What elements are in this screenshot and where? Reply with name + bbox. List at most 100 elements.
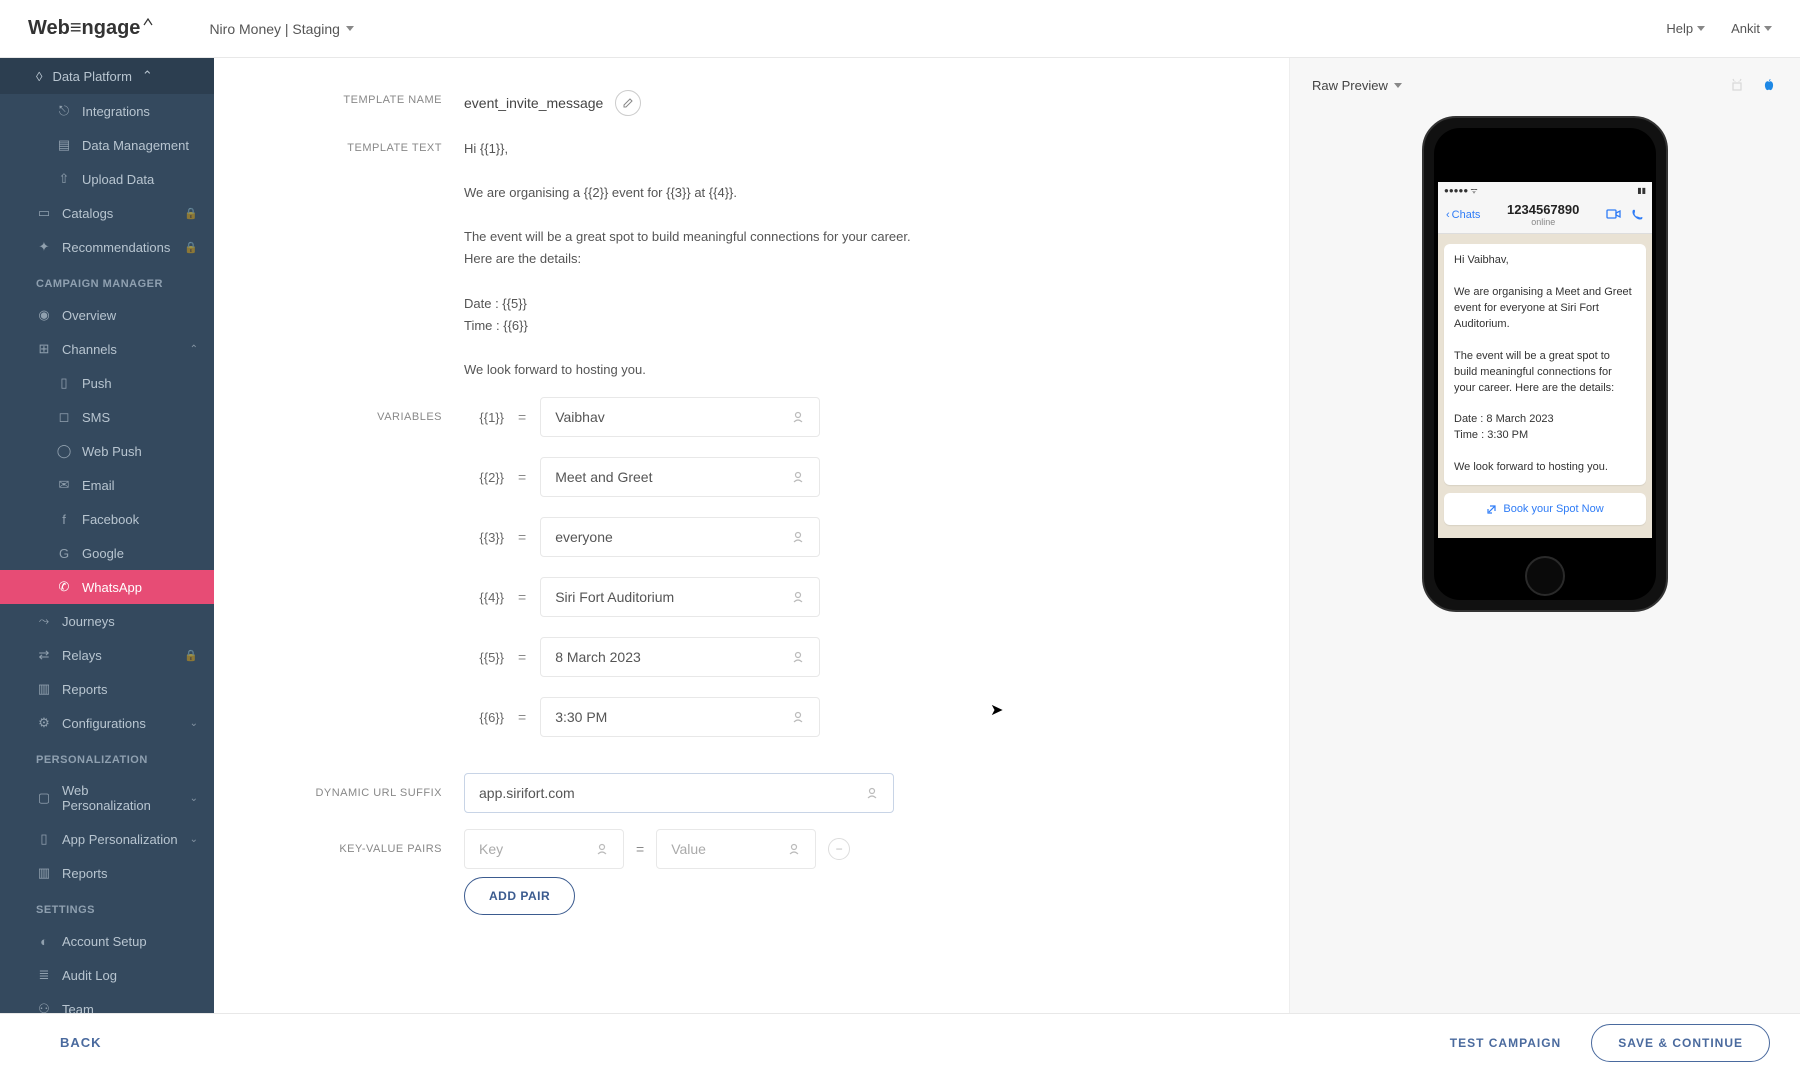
phone-preview: ●●●●● ᯤ▮▮ ‹ Chats 1234567890 online — [1422, 116, 1668, 612]
plug-icon: ⎋ — [56, 103, 72, 119]
user-icon[interactable] — [787, 842, 801, 856]
sidebar-item-integrations[interactable]: ⎋Integrations — [0, 94, 214, 128]
test-campaign-button[interactable]: TEST CAMPAIGN — [1450, 1036, 1561, 1050]
variable-row: {{2}} = Meet and Greet — [464, 457, 924, 497]
chevron-down-icon: ⌄ — [190, 718, 198, 729]
template-text-value: Hi {{1}}, We are organising a {{2}} even… — [464, 132, 924, 381]
sidebar-header-personalization: PERSONALIZATION — [0, 740, 214, 774]
sidebar-item-push[interactable]: ▯Push — [0, 366, 214, 400]
variable-input[interactable]: Meet and Greet — [540, 457, 820, 497]
help-link[interactable]: Help — [1666, 21, 1705, 36]
sidebar-item-reports[interactable]: ▥Reports — [0, 672, 214, 706]
sidebar-item-overview[interactable]: ◉Overview — [0, 298, 214, 332]
chevron-down-icon: ⌄ — [190, 834, 198, 845]
sidebar-item-recommendations[interactable]: ✦Recommendations🔒 — [0, 230, 214, 264]
sidebar-item-webpush[interactable]: ◯Web Push — [0, 434, 214, 468]
sidebar-item-journeys[interactable]: ⤳Journeys — [0, 604, 214, 638]
facebook-icon: f — [56, 511, 72, 527]
user-icon[interactable] — [865, 786, 879, 800]
database-icon: ◊ — [36, 69, 42, 84]
user-icon[interactable] — [791, 530, 805, 544]
kv-key-input[interactable]: Key — [464, 829, 624, 869]
variable-row: {{5}} = 8 March 2023 — [464, 637, 924, 677]
lock-icon: 🔒 — [184, 241, 198, 254]
sidebar-item-upload-data[interactable]: ⇧Upload Data — [0, 162, 214, 196]
sidebar-item-configurations[interactable]: ⚙Configurations⌄ — [0, 706, 214, 740]
variable-input[interactable]: everyone — [540, 517, 820, 557]
book-icon: ▭ — [36, 205, 52, 221]
chevron-down-icon — [346, 26, 354, 31]
edit-template-name-button[interactable] — [615, 90, 641, 116]
template-text-label: TEMPLATE TEXT — [244, 132, 464, 154]
dynamic-url-label: DYNAMIC URL SUFFIX — [244, 773, 464, 799]
sidebar-item-data-management[interactable]: ▤Data Management — [0, 128, 214, 162]
video-call-icon[interactable] — [1606, 208, 1622, 222]
voice-call-icon[interactable] — [1630, 208, 1644, 222]
lock-icon: 🔒 — [184, 649, 198, 662]
channels-icon: ⊞ — [36, 341, 52, 357]
sidebar-item-sms[interactable]: ◻SMS — [0, 400, 214, 434]
footer-bar: BACK TEST CAMPAIGN SAVE & CONTINUE — [0, 1013, 1800, 1071]
sidebar-item-catalogs[interactable]: ▭Catalogs🔒 — [0, 196, 214, 230]
variable-input[interactable]: Siri Fort Auditorium — [540, 577, 820, 617]
user-icon[interactable] — [791, 650, 805, 664]
globe-icon: ◯ — [56, 443, 72, 459]
equals-sign: = — [518, 649, 526, 665]
sidebar-header-campaign: CAMPAIGN MANAGER — [0, 264, 214, 298]
chat-icon: ◻ — [56, 409, 72, 425]
user-icon[interactable] — [791, 710, 805, 724]
home-button — [1525, 556, 1565, 596]
variable-key: {{6}} — [464, 710, 504, 725]
user-icon[interactable] — [791, 410, 805, 424]
sidebar-item-whatsapp[interactable]: ✆WhatsApp — [0, 570, 214, 604]
preview-toggle[interactable]: Raw Preview — [1312, 78, 1402, 93]
variable-row: {{4}} = Siri Fort Auditorium — [464, 577, 924, 617]
save-continue-button[interactable]: SAVE & CONTINUE — [1591, 1024, 1770, 1062]
kv-value-input[interactable]: Value — [656, 829, 816, 869]
sidebar-item-relays[interactable]: ⇄Relays🔒 — [0, 638, 214, 672]
equals-sign: = — [518, 529, 526, 545]
android-icon[interactable] — [1728, 76, 1746, 94]
brand-logo: Web≡ngage — [28, 17, 154, 40]
sidebar-item-reports2[interactable]: ▥Reports — [0, 856, 214, 890]
back-button[interactable]: BACK — [60, 1035, 102, 1050]
add-pair-button[interactable]: ADD PAIR — [464, 877, 575, 915]
workspace-selector[interactable]: Niro Money | Staging — [209, 21, 353, 37]
eye-icon: ◉ — [36, 307, 52, 323]
chevron-down-icon — [1697, 26, 1705, 31]
sidebar-item-app-personalization[interactable]: ▯App Personalization⌄ — [0, 822, 214, 856]
variable-key: {{5}} — [464, 650, 504, 665]
variable-key: {{4}} — [464, 590, 504, 605]
report-icon: ▥ — [36, 865, 52, 881]
chevron-down-icon — [1394, 83, 1402, 88]
sidebar-item-facebook[interactable]: fFacebook — [0, 502, 214, 536]
variable-row: {{3}} = everyone — [464, 517, 924, 557]
google-icon: G — [56, 545, 72, 561]
user-icon[interactable] — [791, 590, 805, 604]
sidebar-group-data-platform[interactable]: ◊ Data Platform ⌃ — [0, 58, 214, 94]
dynamic-url-input[interactable]: app.sirifort.com — [464, 773, 894, 813]
apple-icon[interactable] — [1760, 76, 1778, 94]
equals-sign: = — [518, 469, 526, 485]
variable-input[interactable]: 3:30 PM — [540, 697, 820, 737]
sidebar-item-google[interactable]: GGoogle — [0, 536, 214, 570]
user-icon[interactable] — [595, 842, 609, 856]
sidebar-item-team[interactable]: ⚇Team — [0, 992, 214, 1013]
star-icon: ✦ — [36, 239, 52, 255]
sidebar-item-email[interactable]: ✉Email — [0, 468, 214, 502]
user-icon[interactable] — [791, 470, 805, 484]
template-name-value: event_invite_message — [464, 95, 603, 111]
cta-button[interactable]: Book your Spot Now — [1444, 493, 1646, 525]
back-chats-button[interactable]: ‹ Chats — [1446, 209, 1480, 221]
variable-input[interactable]: 8 March 2023 — [540, 637, 820, 677]
remove-pair-button[interactable]: − — [828, 838, 850, 860]
variable-input[interactable]: Vaibhav — [540, 397, 820, 437]
sidebar-item-web-personalization[interactable]: ▢Web Personalization⌄ — [0, 774, 214, 822]
sidebar-item-channels[interactable]: ⊞Channels⌃ — [0, 332, 214, 366]
monitor-icon: ▢ — [36, 790, 52, 806]
sidebar-item-audit-log[interactable]: ≣Audit Log — [0, 958, 214, 992]
chevron-up-icon: ⌃ — [190, 344, 198, 355]
user-menu[interactable]: Ankit — [1731, 21, 1772, 36]
template-name-label: TEMPLATE NAME — [244, 84, 464, 106]
sidebar-item-account-setup[interactable]: ◐Account Setup — [0, 924, 214, 958]
